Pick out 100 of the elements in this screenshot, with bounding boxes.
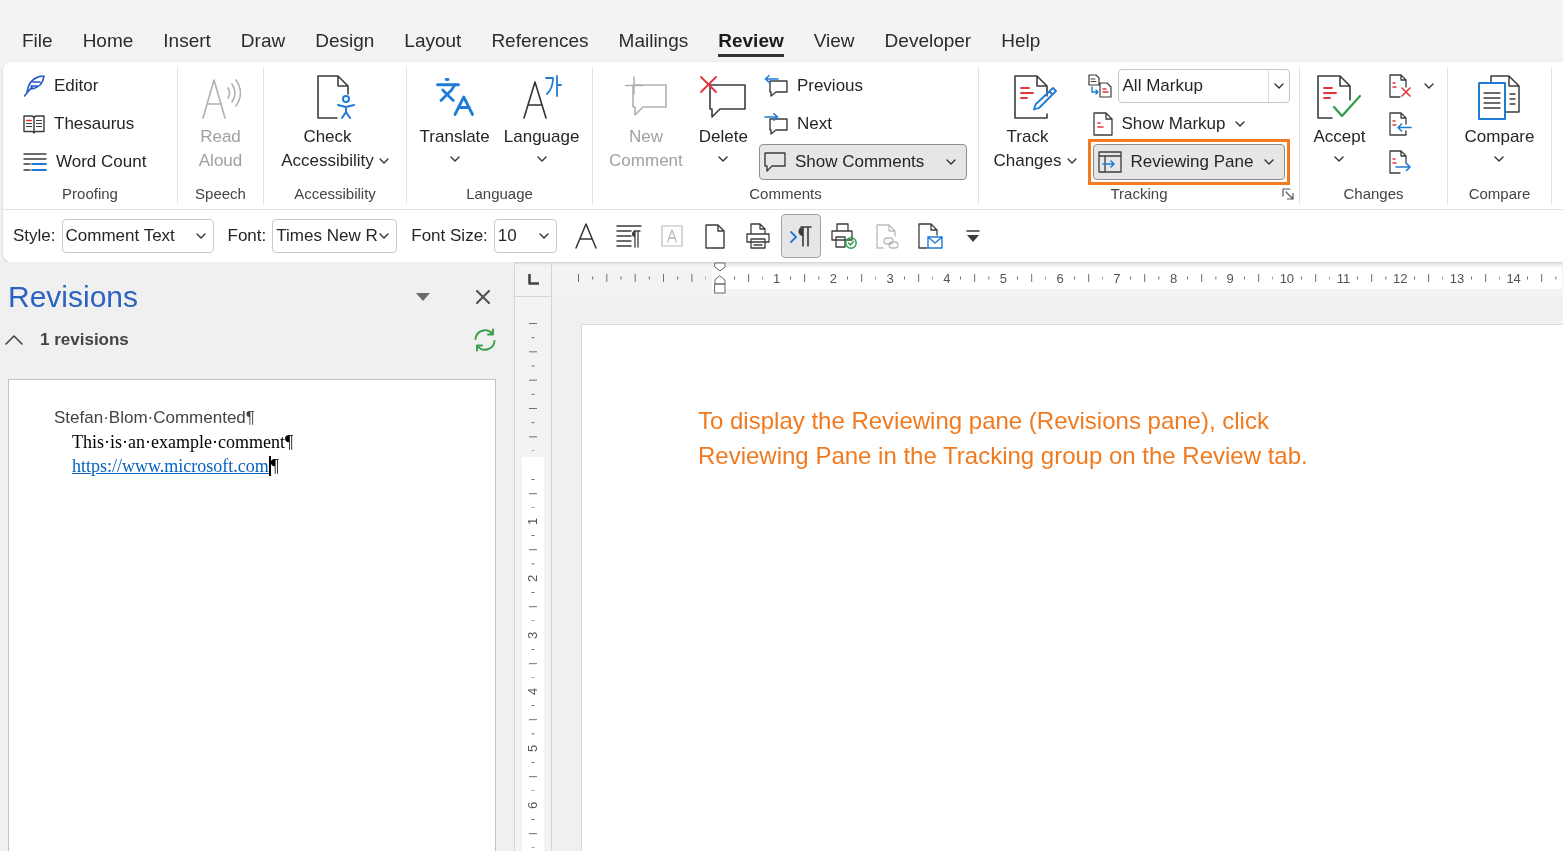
comment-text: This·is·an·example·comment¶: [71, 431, 295, 454]
ruler-ticks: [529, 478, 537, 508]
ribbon-button[interactable]: Check Accessibility: [276, 67, 394, 176]
link[interactable]: https://www.microsoft.com: [72, 454, 269, 478]
ribbon-tab[interactable]: Help: [986, 24, 1056, 61]
ribbon-tab[interactable]: Home: [67, 24, 149, 61]
refresh-button[interactable]: [473, 328, 497, 352]
ribbon-button[interactable]: Editor: [18, 68, 104, 104]
ribbon-tab[interactable]: Design: [300, 24, 390, 61]
document-check-icon: [1316, 73, 1363, 120]
ribbon-button[interactable]: Translate: [414, 67, 495, 165]
ruler-number: 2: [526, 574, 540, 582]
characters-icon: [433, 75, 476, 118]
document-link-icon: [874, 223, 899, 249]
ribbon-tab[interactable]: References: [476, 24, 604, 61]
ribbon-tab[interactable]: Layout: [389, 24, 477, 61]
ruler-number: 13: [1449, 271, 1465, 285]
ruler-number: 7: [1113, 271, 1121, 285]
caret-icon: [718, 156, 729, 162]
group-label: Accessibility: [294, 184, 376, 204]
ruler-ticks: [529, 592, 537, 622]
document-x-icon: [1388, 74, 1413, 98]
ruler-ticks: [1413, 274, 1444, 282]
group-label: Changes: [1343, 184, 1404, 204]
ruler-ticks: [529, 535, 537, 565]
ruler-ticks: [529, 705, 537, 735]
ribbon-button[interactable]: Show Comments: [758, 144, 967, 180]
ribbon-button[interactable]: Next: [758, 106, 837, 142]
caret-icon: [1235, 121, 1246, 127]
pane-menu-button[interactable]: [416, 293, 430, 301]
group-label: Language: [466, 184, 533, 204]
caret-icon: [449, 156, 460, 162]
ruler-number: 6: [526, 801, 540, 809]
refresh-icon: [473, 328, 497, 352]
comment-arrow-right-icon: [763, 113, 788, 135]
ribbon-tab[interactable]: View: [798, 24, 870, 61]
caret-icon: [1424, 83, 1435, 89]
dropdown-field[interactable]: All Markup: [1117, 69, 1290, 103]
ruler-number: 5: [999, 271, 1008, 285]
pen-icon: [23, 75, 45, 97]
document-icon: [1092, 112, 1113, 136]
ruler-number: 9: [1226, 271, 1234, 285]
group-label: Proofing: [62, 184, 118, 204]
document-person-icon: [315, 73, 355, 120]
dropdown-field[interactable]: Times New R: [272, 219, 398, 253]
ribbon-button[interactable]: Track Changes: [988, 67, 1082, 176]
book-icon: [23, 114, 45, 134]
ribbon-button[interactable]: Show Markup: [1087, 106, 1251, 142]
caret-icon: [195, 233, 206, 239]
ruler-number: 12: [1393, 271, 1408, 285]
caret-icon: [379, 233, 390, 239]
letter-icon: [573, 223, 598, 249]
ruler-ticks: [1300, 274, 1330, 282]
ribbon-button[interactable]: Compare: [1459, 67, 1540, 165]
ribbon-tab[interactable]: Developer: [869, 24, 987, 61]
ribbon-button[interactable]: Delete: [693, 67, 753, 165]
caret-icon: [378, 158, 389, 164]
document-arrow-left-icon: [1388, 112, 1413, 136]
ribbon-button[interactable]: Accept: [1308, 67, 1371, 165]
close-button[interactable]: [476, 290, 490, 304]
ribbon-button[interactable]: Thesaurus: [18, 106, 140, 142]
dropdown-field[interactable]: Comment Text: [61, 219, 214, 253]
ruler-number: 1: [773, 271, 781, 285]
collapse-button[interactable]: [5, 335, 23, 345]
ruler-ticks: [733, 274, 763, 282]
ribbon-tab[interactable]: Mailings: [603, 24, 704, 61]
ruler-ticks: [529, 648, 537, 679]
group-label: Speech: [195, 184, 246, 204]
ribbon-button[interactable]: Language: [498, 67, 585, 165]
toolbar-button[interactable]: [780, 214, 821, 258]
revisions-count: 1 revisions: [40, 329, 130, 352]
document-mail-icon: [916, 223, 943, 249]
ribbon-tab[interactable]: Review: [703, 24, 799, 61]
ribbon-button[interactable]: Word Count: [18, 144, 152, 180]
pane-arrow-icon: [1097, 151, 1122, 173]
ribbon-button[interactable]: Reviewing Pane: [1087, 139, 1290, 185]
ribbon-button[interactable]: Previous: [758, 68, 869, 104]
printer-document-icon: [745, 223, 770, 249]
ribbon-tab[interactable]: File: [7, 24, 68, 61]
ruler-ticks: [1470, 274, 1500, 282]
ruler-ticks: [790, 274, 820, 282]
field-label: Font Size:: [411, 225, 488, 248]
ruler-number: 6: [1056, 271, 1064, 285]
group-label: Compare: [1468, 184, 1531, 204]
printer-check-icon: [830, 223, 857, 249]
document-pencil-icon: [1013, 73, 1057, 120]
ruler-ticks: [1243, 274, 1274, 282]
ribbon-tab[interactable]: Draw: [225, 24, 301, 61]
ruler-ticks: [529, 818, 537, 849]
ruler-number: 3: [886, 271, 894, 285]
dropdown-field[interactable]: 10: [493, 219, 557, 253]
comment-delete-icon: [699, 74, 748, 119]
dialog-launcher-button[interactable]: [1282, 188, 1294, 200]
ruler-number: 10: [1279, 271, 1295, 285]
tab-stop-icon: [527, 273, 539, 285]
ruler-ticks: [1073, 274, 1104, 282]
ruler-number: 3: [526, 631, 540, 639]
ruler-ticks: [1187, 274, 1217, 282]
ruler-number: 11: [1336, 271, 1351, 285]
ribbon-tab[interactable]: Insert: [148, 24, 226, 61]
